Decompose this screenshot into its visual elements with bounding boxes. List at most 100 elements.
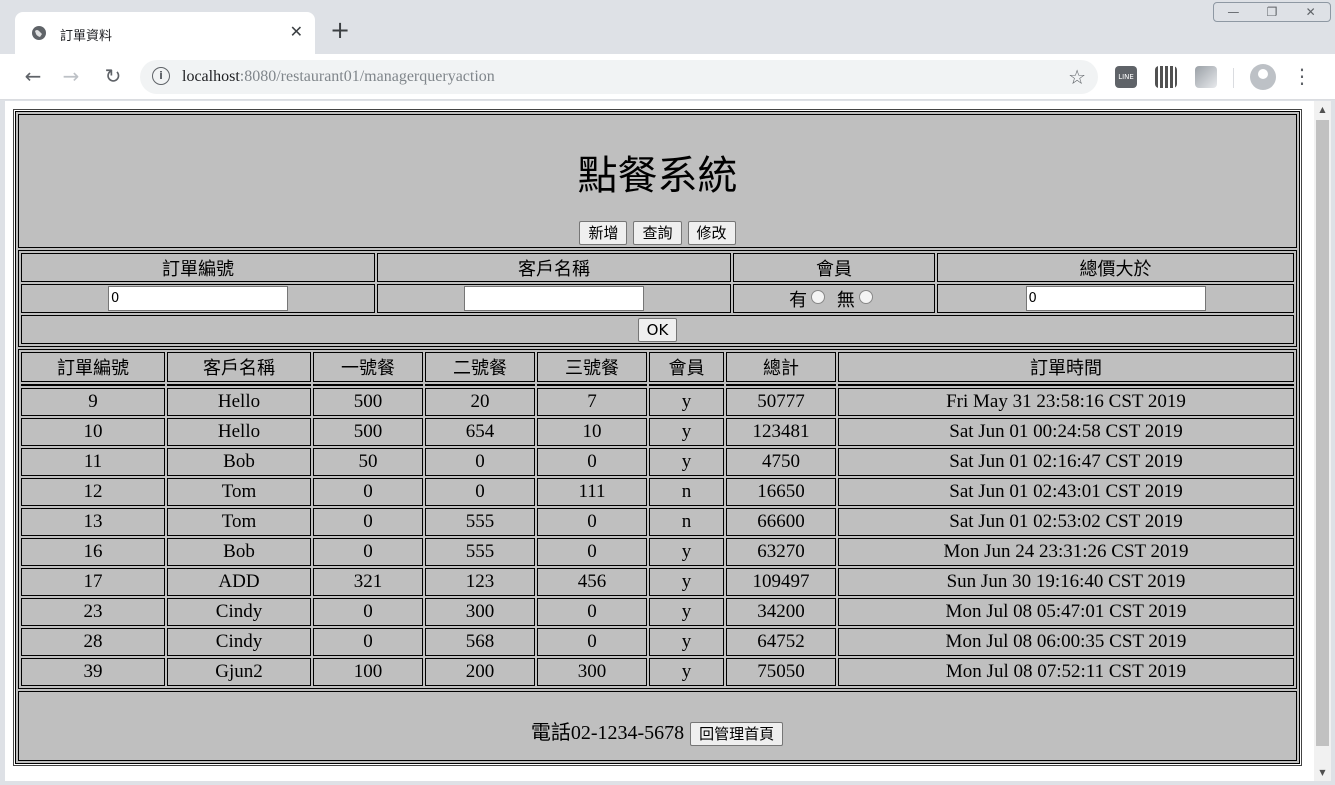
table-cell: 11 [21, 448, 165, 476]
table-cell: 123 [425, 568, 535, 596]
table-cell: 23 [21, 598, 165, 626]
table-cell: Cindy [167, 628, 311, 656]
table-cell: n [649, 478, 724, 506]
back-icon[interactable]: ← [20, 64, 46, 90]
total-min-input[interactable] [1025, 286, 1206, 311]
table-row: 23 Cindy 0 300 0 y 34200 Mon Jul 08 05:47:01 CS… [21, 598, 1294, 626]
reload-icon[interactable]: ↻ [100, 64, 126, 90]
modify-button[interactable]: 修改 [687, 221, 736, 245]
back-to-admin-home-button[interactable]: 回管理首頁 [690, 722, 784, 746]
table-cell: 10 [21, 418, 165, 446]
order-id-input[interactable] [108, 286, 288, 311]
table-cell: 50777 [726, 388, 836, 416]
scroll-down-arrow-icon[interactable]: ▼ [1314, 764, 1331, 781]
line-extension-icon[interactable]: LINE [1115, 66, 1137, 88]
minimize-button[interactable]: — [1214, 3, 1253, 21]
orders-body: 9 Hello 500 20 7 y 50777 Fri May 31 23:58:16 CS… [21, 388, 1294, 686]
member-yes-radio[interactable] [811, 289, 826, 304]
scroll-up-arrow-icon[interactable]: ▲ [1314, 101, 1331, 118]
table-cell: 28 [21, 628, 165, 656]
table-cell: 500 [313, 388, 423, 416]
table-cell: 9 [21, 388, 165, 416]
table-cell: 0 [537, 598, 647, 626]
table-cell: 0 [537, 508, 647, 536]
column-header: 客戶名稱 [167, 352, 311, 382]
table-cell: 20 [425, 388, 535, 416]
table-cell: 4750 [726, 448, 836, 476]
table-row: 10 Hello 500 654 10 y 123481 Sat Jun 01 00:24:5… [21, 418, 1294, 446]
query-header-member: 會員 [733, 253, 935, 282]
ok-button[interactable]: OK [637, 317, 678, 342]
table-cell: y [649, 658, 724, 686]
table-cell: Bob [167, 538, 311, 566]
table-cell: 16 [21, 538, 165, 566]
table-cell: 123481 [726, 418, 836, 446]
table-cell: 7 [537, 388, 647, 416]
bookmark-star-icon[interactable]: ☆ [1068, 65, 1086, 89]
site-info-icon[interactable]: i [152, 67, 170, 85]
table-cell: 64752 [726, 628, 836, 656]
table-cell: Tom [167, 508, 311, 536]
table-cell: 16650 [726, 478, 836, 506]
table-cell: Hello [167, 388, 311, 416]
customer-name-input[interactable] [464, 286, 644, 311]
new-tab-button[interactable]: + [330, 18, 350, 42]
table-cell: Mon Jun 24 23:31:26 CST 2019 [838, 538, 1294, 566]
query-header-order-id: 訂單編號 [21, 253, 375, 282]
browser-toolbar: ← → ↻ i localhost:8080/restaurant01/mana… [0, 54, 1335, 100]
table-cell: 0 [313, 598, 423, 626]
table-cell: y [649, 388, 724, 416]
table-cell: 66600 [726, 508, 836, 536]
table-cell: Sat Jun 01 02:53:02 CST 2019 [838, 508, 1294, 536]
forward-icon[interactable]: → [58, 64, 84, 90]
table-row: 39 Gjun2 100 200 300 y 75050 Mon Jul 08 07:52:1… [21, 658, 1294, 686]
scrollbar-thumb[interactable] [1316, 120, 1329, 746]
table-cell: 109497 [726, 568, 836, 596]
address-bar[interactable]: i localhost:8080/restaurant01/managerque… [140, 60, 1098, 94]
more-menu-icon[interactable]: ⋮ [1290, 64, 1314, 88]
restore-button[interactable]: ❐ [1253, 3, 1292, 21]
table-row: 11 Bob 50 0 0 y 4750 Sat Jun 01 02:16:47 CST 20… [21, 448, 1294, 476]
table-cell: 13 [21, 508, 165, 536]
footer-section: 電話02-1234-5678 回管理首頁 [18, 691, 1297, 761]
add-button[interactable]: 新增 [579, 221, 628, 245]
close-window-button[interactable]: ✕ [1291, 3, 1330, 21]
table-cell: Hello [167, 418, 311, 446]
member-cell: 有 無 [733, 284, 935, 313]
table-cell: y [649, 628, 724, 656]
customer-cell [377, 284, 731, 313]
table-cell: 300 [537, 658, 647, 686]
page-viewport: 點餐系統 新增 查詢 修改 訂單編號 客戶名稱 會員 總價大於 0 有 無 0 … [5, 101, 1331, 781]
member-no-radio[interactable] [858, 289, 873, 304]
toolbar-divider [1233, 68, 1234, 88]
close-tab-icon[interactable]: ✕ [290, 22, 303, 41]
header-section: 點餐系統 新增 查詢 修改 [18, 114, 1297, 248]
table-cell: Fri May 31 23:58:16 CST 2019 [838, 388, 1294, 416]
photo-extension-icon[interactable] [1195, 66, 1217, 88]
query-button[interactable]: 查詢 [633, 221, 682, 245]
column-header: 訂單時間 [838, 352, 1294, 382]
table-cell: 321 [313, 568, 423, 596]
table-cell: Sun Jun 30 19:16:40 CST 2019 [838, 568, 1294, 596]
results-section: 訂單編號 客戶名稱 一號餐 二號餐 三號餐 會員 總計 訂單時間 9 Hello… [18, 349, 1297, 689]
url-text: localhost:8080/restaurant01/managerquery… [182, 68, 495, 85]
browser-tab[interactable]: 訂單資料 ✕ [15, 12, 315, 54]
table-cell: n [649, 508, 724, 536]
orders-table: 訂單編號 客戶名稱 一號餐 二號餐 三號餐 會員 總計 訂單時間 9 Hello… [19, 350, 1296, 688]
table-cell: Mon Jul 08 06:00:35 CST 2019 [838, 628, 1294, 656]
nav-button-row: 新增 查詢 修改 [19, 221, 1296, 245]
column-header: 三號餐 [537, 352, 647, 382]
profile-avatar-icon[interactable] [1250, 64, 1276, 90]
column-header: 二號餐 [425, 352, 535, 382]
query-header-total-min: 總價大於 [937, 253, 1294, 282]
query-form-table: 訂單編號 客戶名稱 會員 總價大於 有 [19, 251, 1296, 346]
query-section: 訂單編號 客戶名稱 會員 總價大於 有 [18, 250, 1297, 347]
table-row: 9 Hello 500 20 7 y 50777 Fri May 31 23:58:16 CS… [21, 388, 1294, 416]
table-cell: y [649, 568, 724, 596]
table-cell: y [649, 598, 724, 626]
qr-code-extension-icon[interactable] [1155, 66, 1177, 88]
vertical-scrollbar[interactable]: ▲ ▼ [1314, 101, 1331, 781]
table-cell: ADD [167, 568, 311, 596]
table-cell: Bob [167, 448, 311, 476]
table-cell: 568 [425, 628, 535, 656]
